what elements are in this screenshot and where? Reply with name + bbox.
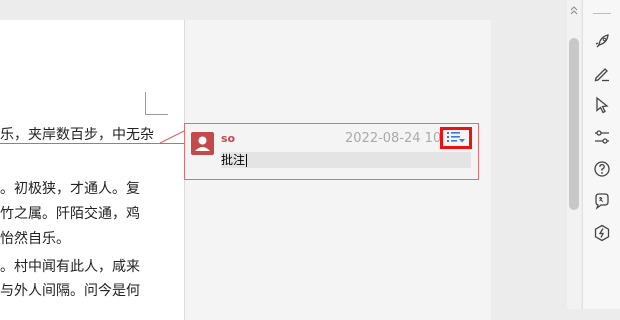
sliders-icon[interactable] (592, 127, 612, 147)
comment-card[interactable]: so 2022-08-24 10:1 批注 (184, 123, 479, 180)
scrollbar-thumb[interactable] (569, 38, 579, 210)
comment-text: 批注 (221, 153, 246, 167)
comment-timestamp: 2022-08-24 10:1 (345, 131, 454, 146)
share-icon[interactable] (592, 223, 612, 243)
comment-author: so (221, 132, 236, 145)
scroll-up-icon[interactable] (570, 6, 578, 16)
cursor-icon[interactable] (592, 95, 612, 115)
vertical-scrollbar[interactable] (567, 0, 581, 309)
comment-menu-icon (446, 129, 466, 148)
rocket-icon[interactable] (592, 32, 612, 52)
rail-divider (593, 13, 611, 14)
pen-icon[interactable] (592, 63, 612, 83)
right-tool-rail (582, 0, 620, 309)
help-icon[interactable] (592, 159, 612, 179)
text-caret (246, 154, 248, 167)
comment-text-field[interactable]: 批注 (221, 152, 471, 168)
comment-menu-button[interactable] (440, 127, 472, 149)
user-avatar-icon (191, 132, 214, 155)
translate-icon[interactable] (592, 191, 612, 211)
